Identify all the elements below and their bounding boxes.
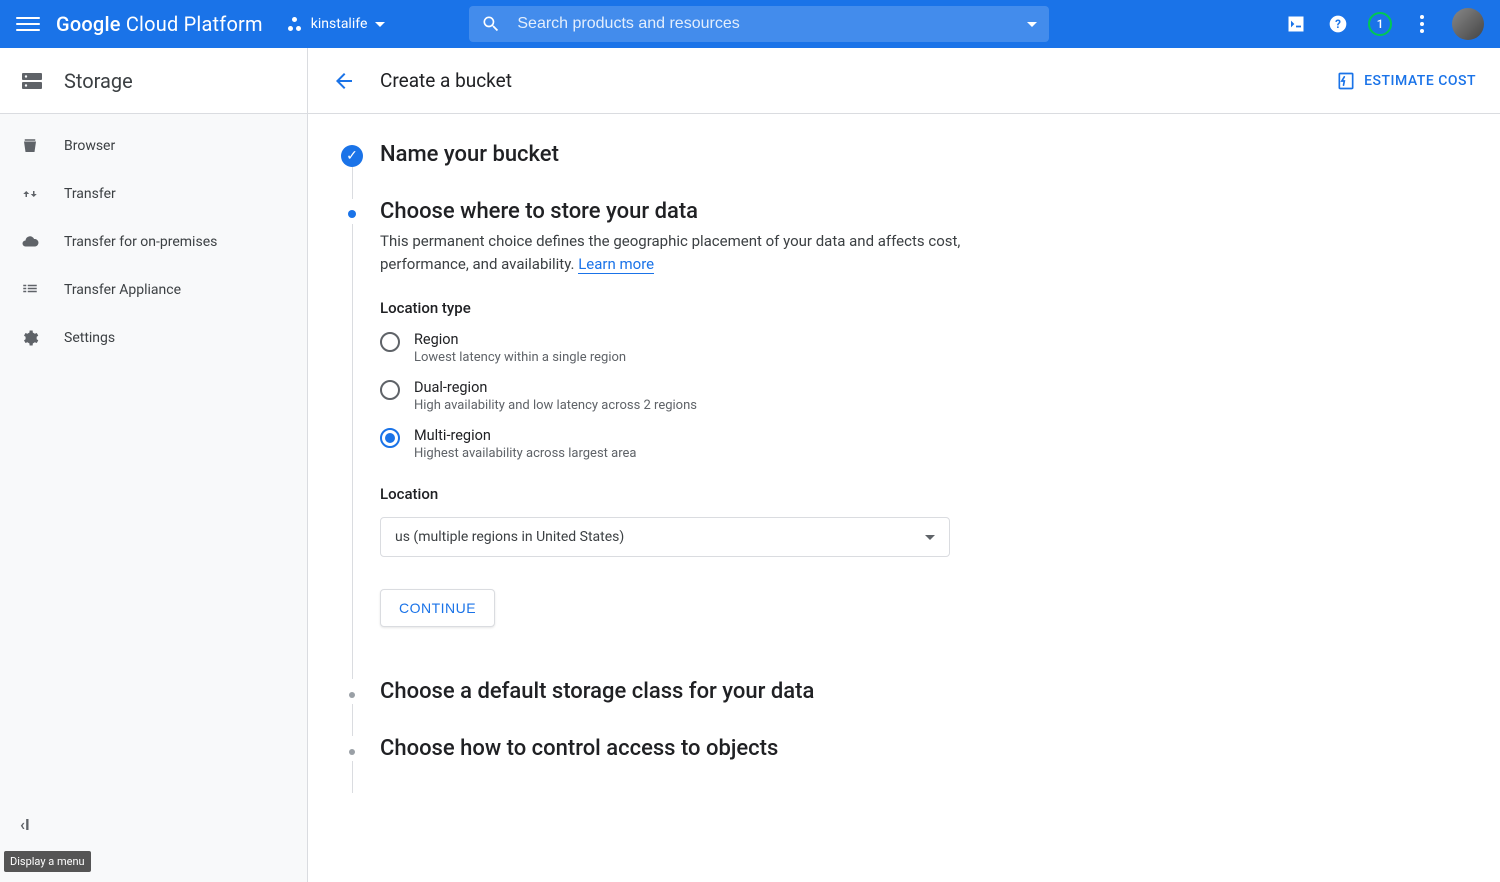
sidebar-collapse-icon[interactable]: ‹I [20,815,30,834]
nav-label: Transfer Appliance [64,282,181,298]
location-label: Location [380,485,980,503]
storage-icon [20,69,44,93]
step-name[interactable]: ✓ Name your bucket [340,142,1468,167]
notification-badge[interactable]: 1 [1368,12,1392,36]
location-type-label: Location type [380,299,980,317]
sidebar-item-browser[interactable]: Browser [0,122,307,170]
radio-icon [380,428,400,448]
hamburger-menu-icon[interactable] [16,12,40,36]
chevron-down-icon [925,535,935,540]
radio-multi-region[interactable]: Multi-region Highest availability across… [380,427,980,461]
sidebar-item-settings[interactable]: Settings [0,314,307,362]
radio-label: Dual-region [414,379,697,396]
radio-label: Region [414,331,626,348]
continue-button[interactable]: CONTINUE [380,589,495,627]
estimate-label: ESTIMATE COST [1364,73,1476,89]
cloud-upload-icon [20,232,40,252]
cloud-shell-icon[interactable] [1284,12,1308,36]
location-select[interactable]: us (multiple regions in United States) [380,517,950,557]
step-storage-class[interactable]: Choose a default storage class for your … [340,679,1468,704]
logo-suffix: Cloud Platform [126,12,263,36]
step-title: Choose how to control access to objects [380,736,778,761]
help-icon[interactable]: ? [1326,12,1350,36]
gear-icon [20,328,40,348]
dot-icon [349,749,355,755]
project-dots-icon [287,16,303,32]
search-icon [481,14,501,34]
learn-more-link[interactable]: Learn more [578,255,654,274]
step-title: Name your bucket [380,142,559,167]
tooltip: Display a menu [4,851,91,872]
nav-label: Transfer for on-premises [64,234,217,250]
bucket-icon [20,136,40,156]
step-description: This permanent choice defines the geogra… [380,230,980,275]
sidebar-item-transfer-onprem[interactable]: Transfer for on-premises [0,218,307,266]
nav-label: Browser [64,138,115,154]
step-access[interactable]: Choose how to control access to objects [340,736,1468,761]
avatar[interactable] [1452,8,1484,40]
chevron-down-icon[interactable] [1027,22,1037,27]
nav-label: Settings [64,330,115,346]
project-name: kinstalife [311,16,368,32]
gcp-logo[interactable]: Google Cloud Platform [56,12,263,36]
estimate-cost-button[interactable]: ESTIMATE COST [1336,71,1476,91]
radio-label: Multi-region [414,427,636,444]
radio-icon [380,380,400,400]
radio-region[interactable]: Region Lowest latency within a single re… [380,331,980,365]
sidebar-item-appliance[interactable]: Transfer Appliance [0,266,307,314]
sidebar-title: Storage [64,69,133,93]
search-input[interactable] [517,15,1011,33]
estimate-icon [1336,71,1356,91]
radio-icon [380,332,400,352]
svg-text:?: ? [1335,17,1341,31]
sidebar-item-transfer[interactable]: Transfer [0,170,307,218]
appliance-icon [20,280,40,300]
back-arrow-icon[interactable] [332,69,356,93]
select-value: us (multiple regions in United States) [395,529,624,545]
notification-count: 1 [1377,17,1384,31]
nav-label: Transfer [64,186,116,202]
logo-prefix: Google [56,12,121,36]
project-selector[interactable]: kinstalife [287,16,386,32]
radio-dual-region[interactable]: Dual-region High availability and low la… [380,379,980,413]
radio-sublabel: High availability and low latency across… [414,398,697,413]
radio-sublabel: Lowest latency within a single region [414,350,626,365]
kebab-menu-icon[interactable] [1410,12,1434,36]
page-title: Create a bucket [380,69,512,92]
transfer-icon [20,184,40,204]
step-location-header: Choose where to store your data [340,199,1468,224]
radio-sublabel: Highest availability across largest area [414,446,636,461]
dot-icon [349,692,355,698]
step-title: Choose where to store your data [380,199,698,224]
step-title: Choose a default storage class for your … [380,679,814,704]
chevron-down-icon [375,22,385,27]
search-bar[interactable] [469,6,1049,42]
sidebar-header: Storage [0,48,307,114]
active-dot-icon [348,210,356,218]
check-icon: ✓ [341,145,363,167]
